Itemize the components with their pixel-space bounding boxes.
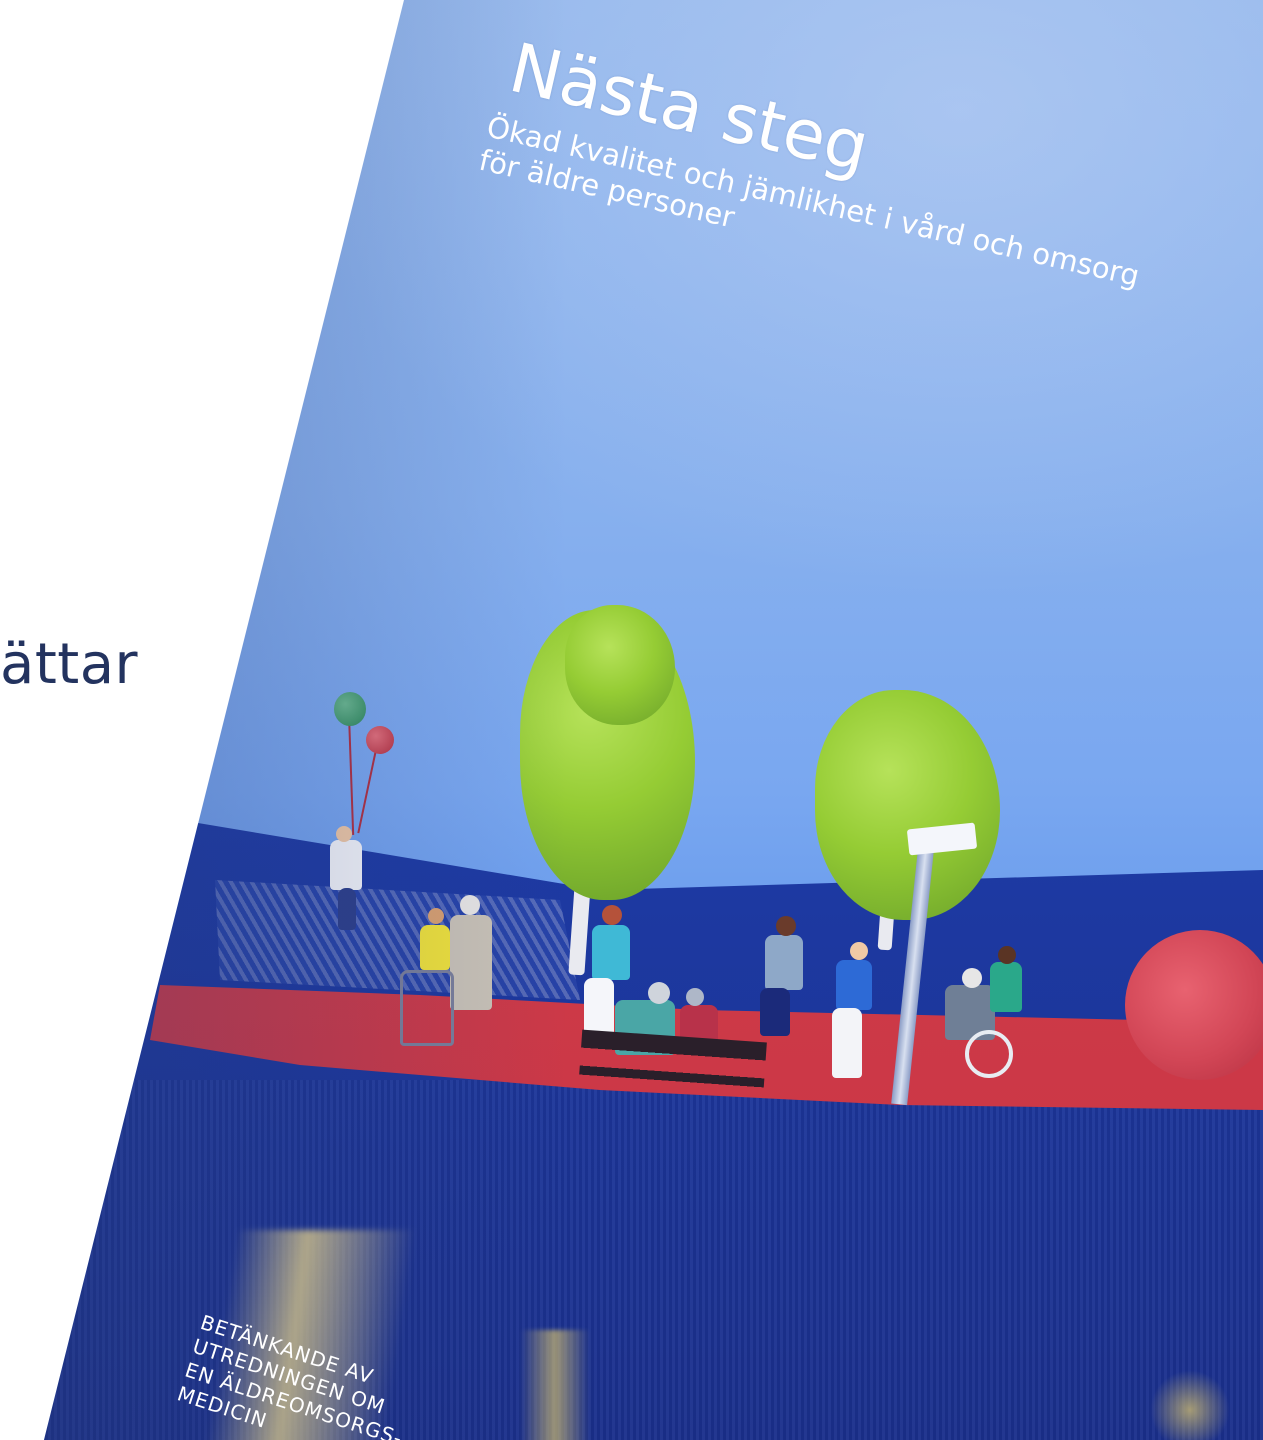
figure-head <box>336 826 352 842</box>
balloon-string <box>357 744 378 834</box>
figure-balloon-holder <box>330 840 362 890</box>
figure-head <box>460 895 480 915</box>
figure-elderly-walker <box>450 915 492 1010</box>
red-balloon <box>366 726 394 754</box>
gold-crest <box>1150 1370 1230 1440</box>
figure-legs <box>338 888 356 930</box>
carpet-roll <box>1125 930 1263 1080</box>
photo-scene: ättar Nästa steg Ökad kvalitet och jämli… <box>0 0 1263 1440</box>
slide-text-fragment: ättar <box>0 632 139 697</box>
figure-head <box>962 968 982 988</box>
gold-lettering-secondary <box>520 1330 590 1440</box>
figure-head <box>850 942 868 960</box>
figure-legs <box>584 978 614 1038</box>
figure-caregiver-green <box>990 962 1022 1012</box>
figure-legs <box>832 1008 862 1078</box>
figure-head <box>648 982 670 1004</box>
figure-head <box>776 916 796 936</box>
figure-yellow-child <box>420 925 450 970</box>
figure-head <box>998 946 1016 964</box>
balloon-string <box>348 714 355 835</box>
figure-head <box>602 905 622 925</box>
figure-caregiver-teal <box>592 925 630 980</box>
tree-crown-left-top <box>565 605 675 725</box>
figure-phone-caller <box>765 935 803 990</box>
walker-frame <box>400 970 454 1046</box>
park-bench <box>578 1029 767 1103</box>
wheelchair-wheel <box>965 1030 1013 1078</box>
figure-head <box>428 908 444 924</box>
green-balloon <box>334 692 366 726</box>
figure-legs <box>760 988 790 1036</box>
book-cover: Nästa steg Ökad kvalitet och jämlikhet i… <box>44 0 1263 1440</box>
figure-head <box>686 988 704 1006</box>
tree-crown-right <box>815 690 1000 920</box>
figure-nurse-blue <box>836 960 872 1010</box>
